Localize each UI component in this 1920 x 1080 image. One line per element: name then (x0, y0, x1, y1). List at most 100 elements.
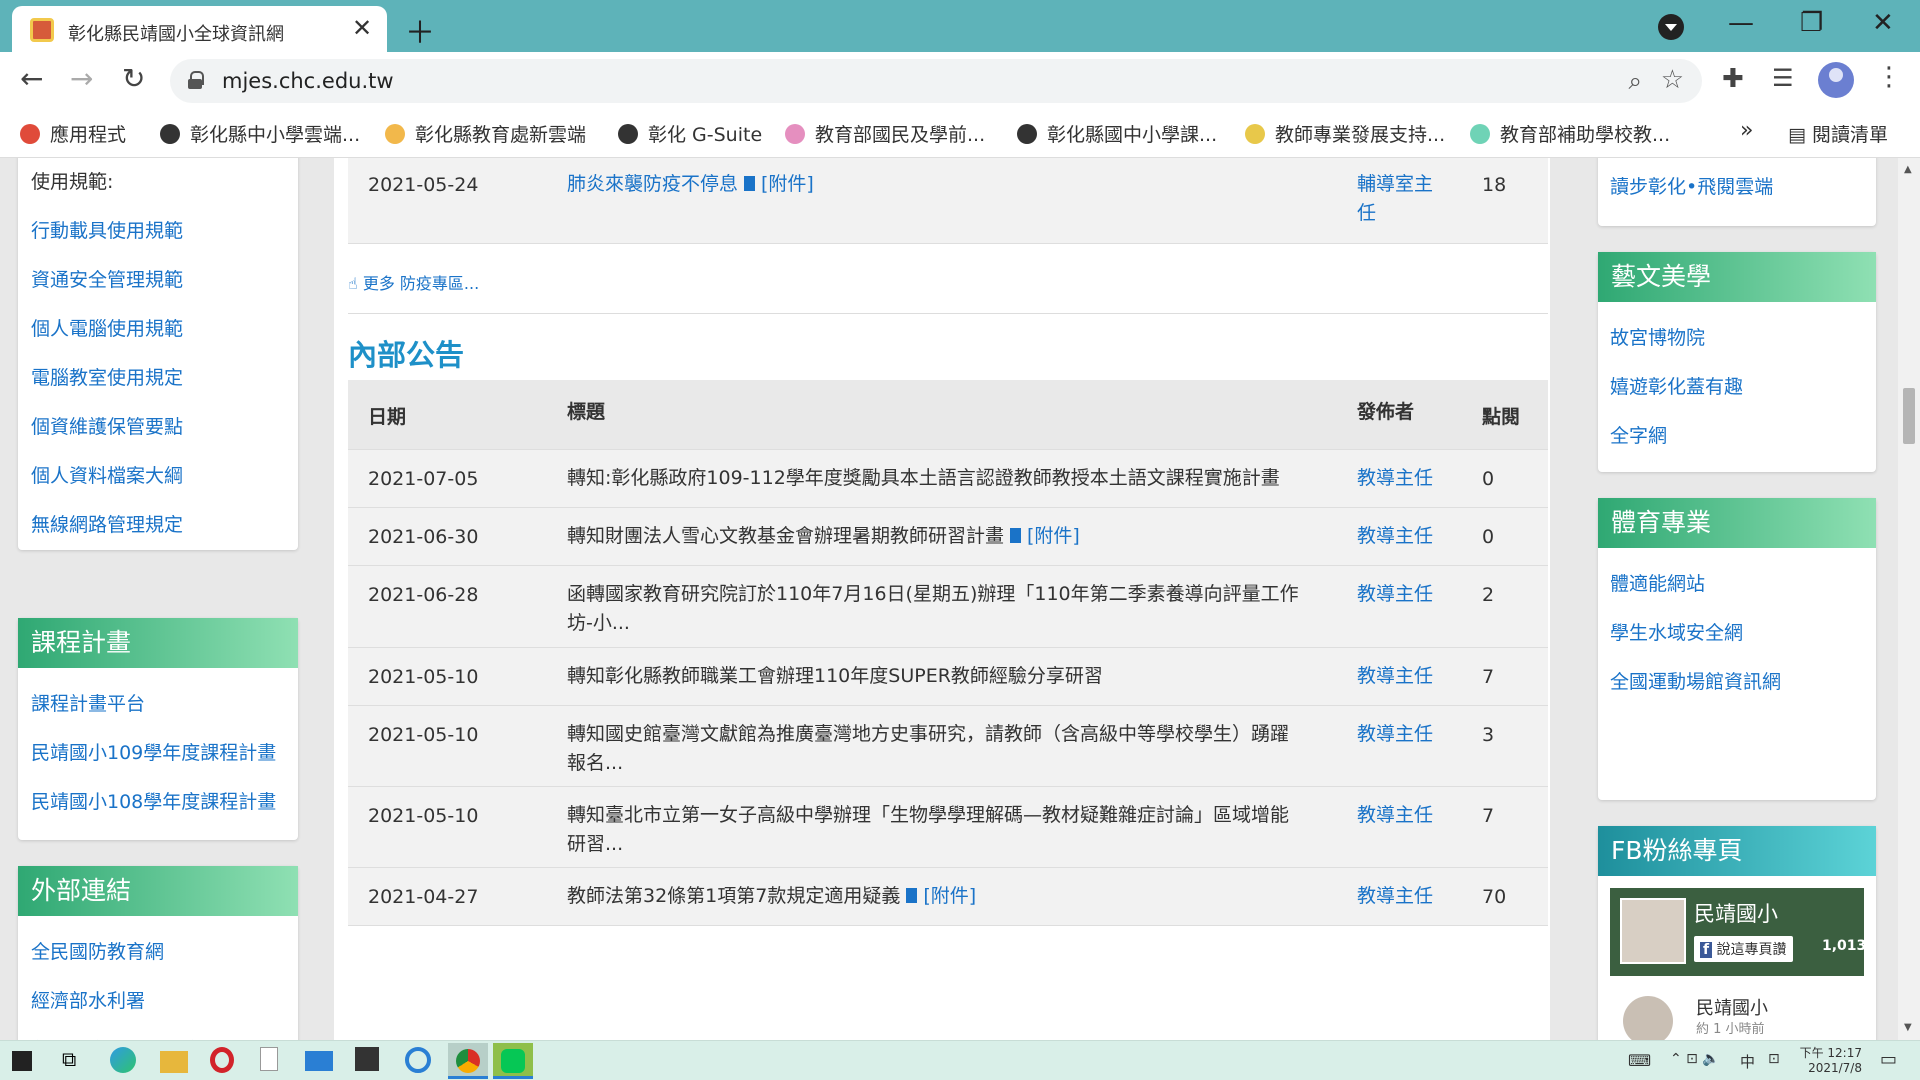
mail-icon[interactable] (305, 1051, 333, 1071)
bookmark-item[interactable]: 應用程式 (20, 120, 126, 147)
edge-icon[interactable] (110, 1047, 136, 1073)
ime-indicator[interactable]: 中 (1740, 1051, 1755, 1072)
row-title-text[interactable]: 轉知臺北市立第一女子高級中學辦理「生物學學理解碼—教材疑難雜症討論」區域增能研習… (567, 804, 1289, 855)
external-link[interactable]: 全民國防教育網 (18, 928, 298, 977)
row-title[interactable]: 轉知財團法人雪心文教基金會辦理暑期教師研習計畫 [附件] (567, 522, 1307, 551)
usage-rule-link[interactable]: 行動載具使用規範 (18, 207, 298, 256)
internet-explorer-icon[interactable] (405, 1047, 431, 1073)
back-arrow-icon[interactable]: ← (20, 62, 43, 95)
fb-like-label[interactable]: 說這專頁讚 (1717, 942, 1787, 958)
window-close-icon[interactable]: ✕ (1872, 8, 1894, 38)
reading-list-button[interactable]: ▤ 閱讀清單 (1788, 120, 1888, 147)
bookmark-item[interactable]: 彰化縣中小學雲端... (160, 120, 360, 147)
sports-link[interactable]: 全國運動場館資訊網 (1598, 658, 1876, 707)
notification-icon[interactable]: ▭ (1880, 1049, 1897, 1070)
extensions-puzzle-icon[interactable]: ✚ (1722, 64, 1744, 94)
usage-rule-link[interactable]: 電腦教室使用規定 (18, 354, 298, 403)
curriculum-link[interactable]: 民靖國小109學年度課程計畫 (18, 729, 298, 778)
usage-rule-link[interactable]: 個人資料檔案大綱 (18, 452, 298, 501)
profile-avatar[interactable] (1818, 62, 1854, 98)
restore-icon[interactable]: ❐ (1800, 8, 1823, 38)
scrollbar-thumb[interactable] (1903, 388, 1915, 444)
document-icon[interactable] (260, 1047, 278, 1071)
address-bar[interactable]: mjes.chc.edu.tw ⌕ ☆ (170, 59, 1702, 103)
usage-rule-link[interactable]: 資通安全管理規範 (18, 256, 298, 305)
arts-link[interactable]: 全字網 (1598, 412, 1876, 461)
row-publisher[interactable]: 教導主任 (1357, 662, 1447, 691)
minimize-icon[interactable]: — (1728, 8, 1754, 38)
new-tab-icon[interactable]: ＋ (405, 8, 435, 52)
more-link-text[interactable]: 更多 防疫專區... (363, 274, 479, 293)
arts-link[interactable]: 嬉遊彰化蓋有趣 (1598, 363, 1876, 412)
curriculum-link[interactable]: 課程計畫平台 (18, 680, 298, 729)
row-publisher[interactable]: 教導主任 (1357, 882, 1447, 911)
sports-link[interactable]: 體適能網站 (1598, 560, 1876, 609)
row-title[interactable]: 轉知臺北市立第一女子高級中學辦理「生物學學理解碼—教材疑難雜症討論」區域增能研習… (567, 801, 1307, 859)
keyboard-icon[interactable]: ⌨ (1628, 1051, 1651, 1070)
row-title-text[interactable]: 轉知:彰化縣政府109-112學年度獎勵具本土語言認證教師教授本土語文課程實施計… (567, 467, 1280, 489)
windows-start-icon[interactable] (12, 1051, 32, 1071)
row-publisher[interactable]: 教導主任 (1357, 720, 1447, 749)
url-text[interactable]: mjes.chc.edu.tw (222, 69, 394, 93)
attachment-link[interactable]: [附件] (761, 173, 814, 195)
fb-like-button[interactable]: f 說這專頁讚 (1694, 936, 1793, 962)
reload-icon[interactable]: ↻ (122, 62, 145, 95)
row-title[interactable]: 轉知彰化縣教師職業工會辦理110年度SUPER教師經驗分享研習 (567, 662, 1307, 691)
row-title[interactable]: 函轉國家教育研究院訂於110年7月16日(星期五)辦理「110年第二季素養導向評… (567, 580, 1307, 638)
sports-link[interactable]: 學生水域安全網 (1598, 609, 1876, 658)
usage-rule-link[interactable]: 個資維護保管要點 (18, 403, 298, 452)
row-title[interactable]: 教師法第32條第1項第7款規定適用疑義 [附件] (567, 882, 1307, 911)
row-publisher[interactable]: 教導主任 (1357, 801, 1447, 830)
external-link[interactable]: 經濟部水利署 (18, 977, 298, 1026)
browser-tab[interactable]: 彰化縣民靖國小全球資訊網 ✕ (12, 6, 387, 52)
usage-rule-link[interactable]: 個人電腦使用規範 (18, 305, 298, 354)
row-publisher[interactable]: 教導主任 (1357, 464, 1447, 493)
row-title-text[interactable]: 轉知彰化縣教師職業工會辦理110年度SUPER教師經驗分享研習 (567, 665, 1103, 687)
usage-rule-link[interactable]: 無線網路管理規定 (18, 501, 298, 550)
scroll-up-icon[interactable]: ▲ (1904, 164, 1912, 175)
bookmark-item[interactable]: 教育部國民及學前... (785, 120, 985, 147)
arts-link[interactable]: 故宮博物院 (1598, 314, 1876, 363)
line-taskbar-item[interactable] (493, 1043, 533, 1079)
forward-arrow-icon[interactable]: → (70, 62, 93, 95)
bookmark-item[interactable]: 教育部補助學校教... (1470, 120, 1670, 147)
row-title[interactable]: 轉知國史館臺灣文獻館為推廣臺灣地方史事研究，請教師（含高級中等學校學生）踴躍報名… (567, 720, 1307, 778)
clock[interactable]: 下午 12:17 2021/7/8 (1798, 1044, 1862, 1075)
row-title-text[interactable]: 函轉國家教育研究院訂於110年7月16日(星期五)辦理「110年第二季素養導向評… (567, 583, 1299, 634)
chrome-menu-icon[interactable]: ⋮ (1876, 62, 1902, 92)
row-title-text[interactable]: 教師法第32條第1項第7款規定適用疑義 (567, 885, 900, 907)
store-icon[interactable] (355, 1047, 379, 1071)
tab-search-icon[interactable] (1658, 14, 1684, 40)
attachment-link[interactable]: [附件] (923, 885, 976, 907)
scroll-down-icon[interactable]: ▼ (1904, 1022, 1912, 1033)
fb-cover[interactable]: 民靖國小 f 說這專頁讚 1,013 (1610, 888, 1866, 976)
attachment-link[interactable]: [附件] (1027, 525, 1080, 547)
right-top-link[interactable]: 讀步彰化•飛閱雲端 (1598, 163, 1876, 212)
tab-close-icon[interactable]: ✕ (352, 14, 372, 42)
bookmark-item[interactable]: 彰化 G-Suite (618, 120, 762, 147)
bookmark-item[interactable]: 彰化縣國中小學課... (1017, 120, 1217, 147)
bookmarks-overflow-icon[interactable]: » (1740, 118, 1753, 143)
bookmark-star-icon[interactable]: ☆ (1661, 65, 1684, 95)
page-scrollbar[interactable]: ▲ ▼ (1898, 158, 1920, 1040)
row-title-text[interactable]: 轉知國史館臺灣文獻館為推廣臺灣地方史事研究，請教師（含高級中等學校學生）踴躍報名… (567, 723, 1289, 774)
external-link[interactable]: 彰化縣全民國防教育網 (18, 1026, 298, 1040)
row-publisher[interactable]: 教導主任 (1357, 522, 1447, 551)
row-title[interactable]: 肺炎來襲防疫不停息 [附件] (567, 170, 1307, 199)
media-control-icon[interactable]: ☰ (1772, 64, 1794, 92)
bookmark-item[interactable]: 彰化縣教育處新雲端 (385, 120, 586, 147)
bookmark-item[interactable]: 教師專業發展支持... (1245, 120, 1445, 147)
opera-icon[interactable] (210, 1047, 234, 1073)
fb-post-name[interactable]: 民靖國小 (1696, 994, 1768, 1020)
zoom-icon[interactable]: ⌕ (1629, 67, 1642, 95)
row-title-text[interactable]: 肺炎來襲防疫不停息 (567, 173, 738, 195)
system-tray-icons[interactable]: ⌃ ⊡ 🔈 (1670, 1051, 1720, 1067)
chrome-taskbar-item[interactable] (448, 1043, 488, 1079)
ime-mode-icon[interactable]: ⊡ (1768, 1051, 1780, 1067)
row-title[interactable]: 轉知:彰化縣政府109-112學年度獎勵具本土語言認證教師教授本土語文課程實施計… (567, 464, 1307, 493)
row-title-text[interactable]: 轉知財團法人雪心文教基金會辦理暑期教師研習計畫 (567, 525, 1004, 547)
more-epidemic-link[interactable]: ☝ 更多 防疫專區... (348, 270, 479, 294)
row-publisher[interactable]: 輔導室主任 (1357, 170, 1447, 228)
row-publisher[interactable]: 教導主任 (1357, 580, 1447, 609)
curriculum-link[interactable]: 民靖國小108學年度課程計畫 (18, 778, 298, 827)
